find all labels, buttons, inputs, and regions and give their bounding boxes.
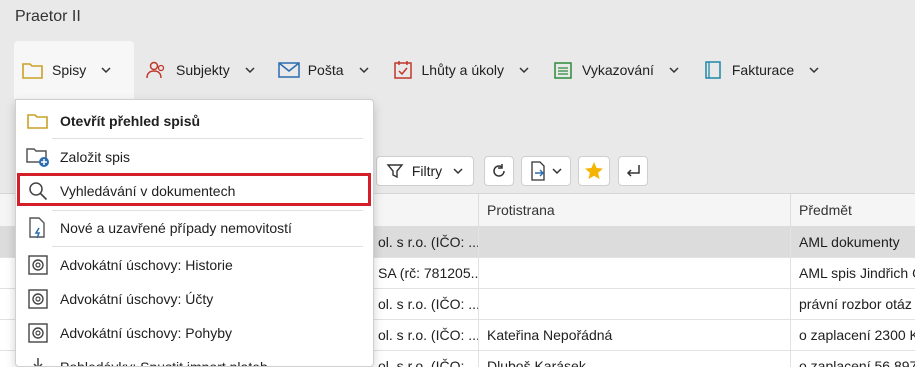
menu-item-escrow-history[interactable]: Advokátní úschovy: Historie	[16, 248, 373, 282]
chevron-down-icon[interactable]	[808, 64, 820, 76]
column-header-subject[interactable]: Předmět	[790, 194, 915, 227]
menu-posta[interactable]: Pošta	[270, 41, 380, 99]
menu-lhuty[interactable]: Lhůty a úkoly	[384, 41, 541, 99]
menu-item-escrow-movements[interactable]: Advokátní úschovy: Pohyby	[16, 316, 373, 350]
menu-item-label: Advokátní úschovy: Pohyby	[60, 325, 232, 341]
chevron-down-icon[interactable]	[100, 64, 112, 76]
cell-client: ol. s r.o. (IČO: ...	[378, 358, 478, 367]
refresh-icon	[493, 164, 505, 177]
chevron-down-icon[interactable]	[668, 64, 680, 76]
menu-item-label: Advokátní úschovy: Historie	[60, 257, 233, 273]
timesheet-icon	[552, 59, 574, 81]
menu-label: Fakturace	[731, 62, 795, 78]
menu-item-label: Advokátní úschovy: Účty	[60, 291, 214, 307]
cell-counterparty	[478, 258, 790, 289]
chevron-down-icon[interactable]	[518, 64, 530, 76]
enter-icon	[626, 165, 640, 177]
refresh-button[interactable]	[484, 156, 514, 186]
export-icon	[531, 161, 545, 181]
menu-vykazovani[interactable]: Vykazování	[544, 41, 690, 99]
cell-subject: o zaplacení 56 897	[790, 351, 915, 367]
favorite-button[interactable]	[578, 156, 610, 186]
cell-subject: právní rozbor otáz	[790, 289, 915, 320]
menu-label: Subjekty	[176, 62, 230, 78]
chevron-down-icon[interactable]	[358, 64, 370, 76]
cell-counterparty: Kateřina Nepořádná	[478, 320, 790, 351]
menu-item-escrow-accounts[interactable]: Advokátní úschovy: Účty	[16, 282, 373, 316]
cell-subject: AML dokumenty	[790, 227, 915, 258]
export-button[interactable]	[521, 156, 571, 186]
menu-spisy[interactable]: Spisy	[14, 41, 134, 99]
menu-label: Vykazování	[582, 62, 654, 78]
spisy-dropdown-menu: Otevřít přehled spisů Založit spis Vyhle…	[15, 99, 374, 367]
cell-subject: AML spis Jindřich O	[790, 258, 915, 289]
import-icon	[26, 355, 50, 366]
menu-item-real-estate-cases[interactable]: Nové a uzavřené případy nemovitostí	[16, 211, 373, 245]
search-icon	[26, 179, 50, 203]
app-title: Praetor II	[15, 8, 81, 25]
star-icon	[585, 162, 603, 180]
menu-item-import-payments[interactable]: Pohledávky: Spustit import plateb	[16, 350, 373, 367]
cell-client: SA (rč: 781205...	[378, 265, 478, 281]
document-lightning-icon	[26, 216, 50, 240]
menu-divider	[52, 138, 363, 139]
menu-item-open-cases[interactable]: Otevřít přehled spisů	[16, 104, 373, 138]
safe-icon	[26, 287, 50, 311]
menu-item-label: Otevřít přehled spisů	[60, 113, 201, 129]
chevron-down-icon[interactable]	[244, 64, 256, 76]
menu-label: Spisy	[52, 62, 87, 78]
menu-divider	[52, 246, 363, 247]
enter-button[interactable]	[618, 156, 648, 186]
cell-client: ol. s r.o. (IČO: ...	[378, 234, 478, 250]
calendar-check-icon	[392, 59, 414, 81]
main-menubar: Spisy Subjekty Pošta Lhůty a úkoly Vykaz…	[14, 41, 915, 99]
mail-icon	[277, 59, 300, 81]
menu-subjekty[interactable]: Subjekty	[138, 41, 266, 99]
column-header-counterparty[interactable]: Protistrana	[478, 194, 790, 227]
cell-counterparty	[478, 227, 790, 258]
column-header-client[interactable]	[370, 194, 478, 227]
safe-icon	[26, 321, 50, 345]
filter-button[interactable]: Filtry	[376, 156, 474, 186]
people-icon	[146, 59, 168, 81]
cell-client: ol. s r.o. (IČO: ...	[378, 296, 478, 312]
filter-icon	[386, 164, 404, 179]
filter-label: Filtry	[411, 163, 443, 179]
menu-item-search-documents[interactable]: Vyhledávání v dokumentech	[16, 174, 373, 208]
safe-icon	[26, 253, 50, 277]
menu-item-label: Založit spis	[60, 149, 131, 165]
folder-icon	[22, 59, 44, 81]
chevron-down-icon	[453, 168, 463, 175]
cell-counterparty: Dluboš Karásek	[478, 351, 790, 367]
menu-item-create-case[interactable]: Založit spis	[16, 140, 373, 174]
folder-add-icon	[26, 145, 50, 169]
menu-item-label: Vyhledávání v dokumentech	[60, 183, 236, 199]
menu-item-label: Nové a uzavřené případy nemovitostí	[60, 220, 292, 236]
cell-client: ol. s r.o. (IČO: ...	[378, 327, 478, 343]
invoice-icon	[702, 59, 724, 81]
menu-label: Pošta	[307, 62, 344, 78]
menu-item-label: Pohledávky: Spustit import plateb	[60, 359, 268, 367]
menu-label: Lhůty a úkoly	[421, 62, 505, 78]
chevron-down-icon	[552, 168, 562, 175]
cell-subject: o zaplacení 2300 K	[790, 320, 915, 351]
cell-counterparty	[478, 289, 790, 320]
folder-icon	[26, 109, 50, 133]
menu-fakturace[interactable]: Fakturace	[694, 41, 830, 99]
